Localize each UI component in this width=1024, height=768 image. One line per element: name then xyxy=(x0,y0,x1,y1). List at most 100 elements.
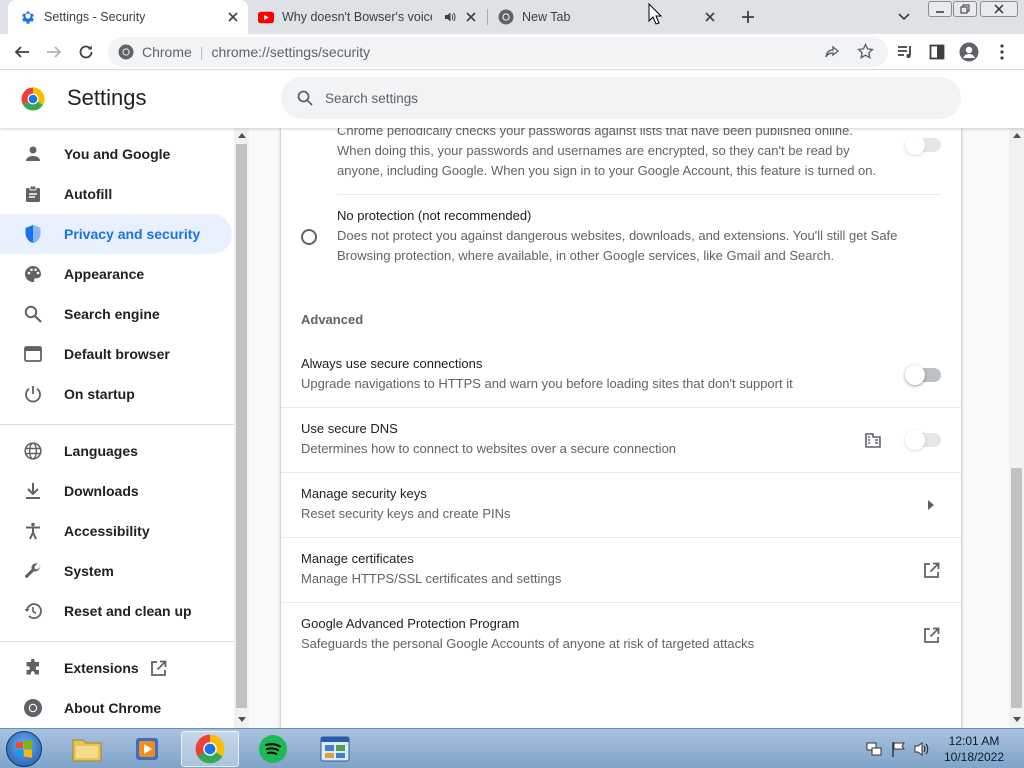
page-scrollbar[interactable] xyxy=(1009,128,1024,728)
settings-header: Settings xyxy=(0,71,1024,128)
sidebar-item-privacy-and-security[interactable]: Privacy and security xyxy=(0,214,232,254)
network-icon[interactable] xyxy=(866,741,882,757)
sidebar-item-you-and-google[interactable]: You and Google xyxy=(0,134,232,174)
sidebar-item-label: About Chrome xyxy=(64,700,162,716)
secure-connections-toggle[interactable] xyxy=(905,365,941,385)
tab-settings-security[interactable]: Settings - Security xyxy=(8,0,248,34)
chevron-right-icon xyxy=(921,495,941,515)
row-secure-dns[interactable]: Use secure DNS Determines how to connect… xyxy=(281,408,961,472)
row-manage-security-keys[interactable]: Manage security keys Reset security keys… xyxy=(281,473,961,537)
new-tab-button[interactable] xyxy=(736,6,760,28)
close-tab-icon[interactable] xyxy=(463,9,479,25)
toggle-knob xyxy=(905,430,925,450)
forward-button[interactable] xyxy=(42,40,66,64)
row-manage-certificates[interactable]: Manage certificates Manage HTTPS/SSL cer… xyxy=(281,538,961,602)
minimize-icon xyxy=(936,11,944,13)
sidebar-item-about-chrome[interactable]: About Chrome xyxy=(0,688,232,728)
arrow-left-icon xyxy=(14,46,29,58)
scroll-up-arrow-icon[interactable] xyxy=(1009,128,1024,142)
sidebar-item-appearance[interactable]: Appearance xyxy=(0,254,232,294)
tab-search-button[interactable] xyxy=(894,8,914,26)
tab-youtube[interactable]: Why doesn't Bowser's voice xyxy=(250,0,485,34)
history-icon xyxy=(22,600,44,622)
flag-icon[interactable] xyxy=(891,741,907,757)
bookmark-star-icon[interactable] xyxy=(857,43,874,60)
spotify-icon xyxy=(259,735,287,763)
no-protection-title: No protection (not recommended) xyxy=(337,208,532,223)
omnibox-url: chrome://settings/security xyxy=(211,44,371,60)
palette-icon xyxy=(22,263,44,285)
taskbar-chrome[interactable] xyxy=(181,731,239,767)
sidebar-item-on-startup[interactable]: On startup xyxy=(0,374,232,414)
restore-icon xyxy=(960,4,970,14)
sidebar-item-search-engine[interactable]: Search engine xyxy=(0,294,232,334)
sidebar-item-autofill[interactable]: Autofill xyxy=(0,174,232,214)
taskbar-control-panel[interactable] xyxy=(306,731,364,767)
scroll-down-arrow-icon[interactable] xyxy=(234,712,249,726)
avatar-icon xyxy=(959,42,979,62)
taskbar-media-player[interactable] xyxy=(118,731,176,767)
open-external-icon xyxy=(921,560,941,580)
media-control-button[interactable] xyxy=(893,40,917,64)
open-external-icon xyxy=(921,625,941,645)
sidebar-item-system[interactable]: System xyxy=(0,551,232,591)
scroll-down-arrow-icon[interactable] xyxy=(1009,712,1024,726)
side-panel-button[interactable] xyxy=(925,40,949,64)
person-icon xyxy=(22,143,44,165)
sidebar-item-extensions[interactable]: Extensions xyxy=(0,648,232,688)
row-description: Manage HTTPS/SSL certificates and settin… xyxy=(301,571,562,586)
tab-title: Why doesn't Bowser's voice xyxy=(282,10,432,24)
search-settings-box[interactable] xyxy=(281,77,961,119)
speaker-icon[interactable] xyxy=(442,9,458,25)
sidebar-item-reset-and-clean-up[interactable]: Reset and clean up xyxy=(0,591,232,631)
puzzle-icon xyxy=(22,657,44,679)
taskbar-spotify[interactable] xyxy=(244,731,302,767)
tab-strip: Settings - Security Why doesn't Bowser's… xyxy=(0,0,1024,34)
row-always-secure-connections[interactable]: Always use secure connections Upgrade na… xyxy=(281,342,961,406)
profile-button[interactable] xyxy=(957,40,981,64)
start-button[interactable] xyxy=(6,731,42,767)
restore-button[interactable] xyxy=(953,1,977,17)
sidebar-item-label: System xyxy=(64,563,114,579)
row-title: Always use secure connections xyxy=(301,356,483,371)
chrome-logo-icon xyxy=(21,87,45,111)
password-check-toggle[interactable] xyxy=(905,135,941,155)
secure-dns-toggle[interactable] xyxy=(905,430,941,450)
search-input[interactable] xyxy=(325,90,905,106)
side-panel-icon xyxy=(929,44,945,60)
volume-icon[interactable] xyxy=(914,741,930,757)
close-window-button[interactable] xyxy=(980,1,1018,17)
sidebar-item-default-browser[interactable]: Default browser xyxy=(0,334,232,374)
sidebar-item-downloads[interactable]: Downloads xyxy=(0,471,232,511)
scrollbar-thumb[interactable] xyxy=(1011,468,1022,708)
tab-new-tab[interactable]: New Tab xyxy=(490,0,726,34)
minimize-button[interactable] xyxy=(928,1,952,17)
row-advanced-protection-program[interactable]: Google Advanced Protection Program Safeg… xyxy=(281,603,961,667)
row-description: Safeguards the personal Google Accounts … xyxy=(301,636,755,651)
settings-sidebar: You and Google Autofill Privacy and secu… xyxy=(0,128,234,728)
close-tab-icon[interactable] xyxy=(225,9,241,25)
row-description: Upgrade navigations to HTTPS and warn yo… xyxy=(301,376,793,391)
media-player-icon xyxy=(136,738,158,760)
back-button[interactable] xyxy=(10,40,34,64)
scroll-up-arrow-icon[interactable] xyxy=(234,128,249,142)
sidebar-item-label: Accessibility xyxy=(64,523,150,539)
reload-button[interactable] xyxy=(74,40,98,64)
omnibox[interactable]: Chrome | chrome://settings/security xyxy=(108,37,888,67)
taskbar-clock[interactable]: 12:01 AM 10/18/2022 xyxy=(934,733,1014,765)
plus-icon xyxy=(742,11,754,23)
sidebar-item-label: You and Google xyxy=(64,146,171,162)
sidebar-item-accessibility[interactable]: Accessibility xyxy=(0,511,232,551)
advanced-section-heading: Advanced xyxy=(301,312,364,327)
close-tab-icon[interactable] xyxy=(702,9,718,25)
menu-button[interactable] xyxy=(990,40,1014,64)
sidebar-item-languages[interactable]: Languages xyxy=(0,431,232,471)
taskbar-file-explorer[interactable] xyxy=(58,731,116,767)
row-title: Use secure DNS xyxy=(301,421,398,436)
sidebar-scrollbar[interactable] xyxy=(234,128,249,728)
no-protection-radio[interactable] xyxy=(301,229,317,245)
sidebar-divider xyxy=(0,641,234,642)
scrollbar-thumb[interactable] xyxy=(236,144,247,708)
share-icon[interactable] xyxy=(824,44,840,60)
arrow-right-icon xyxy=(47,46,62,58)
